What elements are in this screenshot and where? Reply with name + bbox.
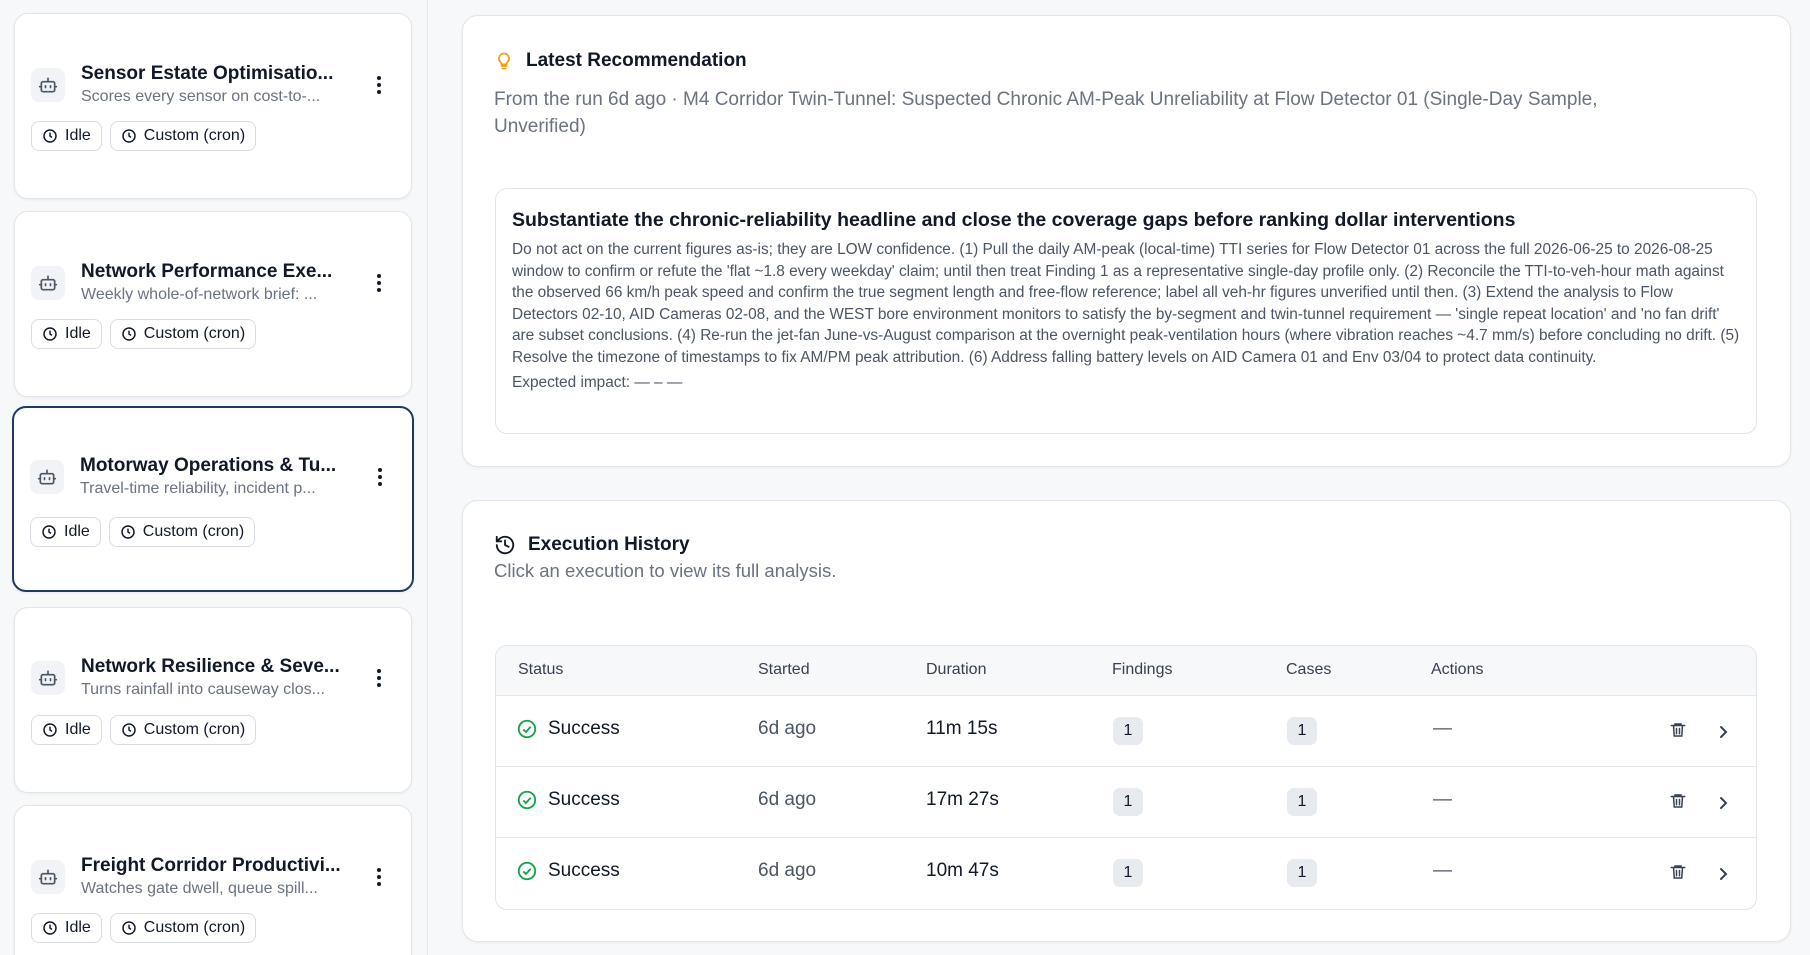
clock-icon (121, 525, 135, 539)
status-cell: Success (516, 789, 620, 811)
schedule-badge: Custom (cron) (109, 319, 257, 349)
started-cell: 6d ago (758, 718, 817, 739)
status-badge: Idle (31, 913, 102, 943)
execution-history-title: Execution History (494, 534, 690, 556)
cases-count-badge: 1 (1287, 717, 1317, 745)
agent-description: Watches gate dwell, queue spill... (81, 880, 318, 897)
findings-count-badge: 1 (1113, 859, 1143, 887)
duration-cell: 17m 27s (926, 789, 999, 810)
cases-count-badge: 1 (1287, 788, 1317, 816)
column-header-actions: Actions (1431, 661, 1484, 678)
column-header-started: Started (758, 661, 810, 678)
agent-title: Network Resilience & Seve... (81, 656, 340, 677)
clock-icon (42, 525, 56, 539)
agent-title: Motorway Operations & Tu... (80, 455, 337, 476)
agent-title: Sensor Estate Optimisatio... (81, 63, 334, 84)
recommendation-body: Do not act on the current figures as-is;… (512, 241, 1740, 366)
history-icon (495, 535, 515, 555)
more-options-icon[interactable] (367, 70, 391, 100)
agent-card[interactable]: Sensor Estate Optimisatio... Scores ever… (14, 13, 412, 199)
trash-icon[interactable] (1669, 862, 1687, 882)
trash-icon[interactable] (1669, 791, 1687, 811)
recommendation-headline: Substantiate the chronic-reliability hea… (512, 209, 1516, 231)
chevron-right-icon[interactable] (1717, 795, 1729, 811)
column-header-cases: Cases (1286, 661, 1332, 678)
execution-history-subtitle: Click an execution to view its full anal… (494, 560, 837, 581)
expected-impact: Expected impact: — – — (512, 374, 683, 391)
recommendation-title: Latest Recommendation (494, 50, 747, 72)
bot-icon (31, 860, 65, 894)
more-options-icon[interactable] (367, 268, 391, 298)
table-row[interactable]: Success 6d ago 17m 27s 1 1 — (496, 766, 1756, 837)
column-header-findings: Findings (1112, 661, 1173, 678)
agent-description: Travel-time reliability, incident p... (80, 480, 316, 497)
status-cell: Success (516, 718, 620, 740)
clock-icon (43, 723, 57, 737)
status-badge: Idle (31, 121, 102, 151)
status-badge: Idle (31, 319, 102, 349)
status-badge: Idle (30, 517, 101, 547)
cases-count-badge: 1 (1287, 859, 1317, 887)
status-badge: Idle (31, 715, 102, 745)
lightbulb-icon (498, 52, 510, 70)
bot-icon (31, 68, 65, 102)
bot-icon (31, 661, 65, 695)
clock-icon (43, 327, 57, 341)
status-cell: Success (516, 860, 620, 882)
duration-cell: 11m 15s (926, 718, 998, 739)
table-header: Status Started Duration Findings Cases A… (496, 646, 1756, 695)
actions-cell: — (1433, 789, 1452, 810)
agent-card[interactable]: Freight Corridor Productivi... Watches g… (14, 805, 412, 955)
recommendation-source: From the run 6d ago · M4 Corridor Twin-T… (494, 89, 1598, 137)
agent-title: Freight Corridor Productivi... (81, 855, 341, 876)
agent-description: Scores every sensor on cost-to-... (81, 88, 321, 105)
findings-count-badge: 1 (1113, 788, 1143, 816)
schedule-badge: Custom (cron) (108, 517, 256, 547)
agent-card[interactable]: Network Resilience & Seve... Turns rainf… (14, 607, 412, 793)
more-options-icon[interactable] (368, 462, 392, 492)
more-options-icon[interactable] (367, 862, 391, 892)
table-row[interactable]: Success 6d ago 10m 47s 1 1 — (496, 837, 1756, 908)
recommendation-card: Substantiate the chronic-reliability hea… (495, 188, 1757, 434)
bot-icon (30, 460, 64, 494)
column-header-status: Status (518, 661, 564, 678)
chevron-right-icon[interactable] (1717, 866, 1729, 882)
agent-card-selected[interactable]: Motorway Operations & Tu... Travel-time … (12, 406, 414, 592)
actions-cell: — (1433, 718, 1452, 739)
bot-icon (31, 266, 65, 300)
trash-icon[interactable] (1669, 720, 1687, 740)
schedule-badge: Custom (cron) (109, 121, 257, 151)
success-check-icon (517, 719, 537, 739)
more-options-icon[interactable] (367, 663, 391, 693)
clock-icon (122, 723, 136, 737)
duration-cell: 10m 47s (926, 860, 999, 881)
schedule-badge: Custom (cron) (109, 913, 257, 943)
app-root: Sensor Estate Optimisatio... Scores ever… (0, 0, 1810, 955)
success-check-icon (517, 861, 537, 881)
execution-table: Status Started Duration Findings Cases A… (495, 645, 1757, 910)
findings-count-badge: 1 (1113, 717, 1143, 745)
actions-cell: — (1433, 860, 1452, 881)
clock-icon (43, 129, 57, 143)
agent-title: Network Performance Exe... (81, 261, 333, 282)
started-cell: 6d ago (758, 789, 817, 810)
schedule-badge: Custom (cron) (109, 715, 257, 745)
clock-icon (122, 921, 136, 935)
chevron-right-icon[interactable] (1717, 724, 1729, 740)
clock-icon (122, 327, 136, 341)
agent-card[interactable]: Network Performance Exe... Weekly whole-… (14, 211, 412, 397)
agent-description: Weekly whole-of-network brief: ... (81, 286, 318, 303)
clock-icon (43, 921, 57, 935)
success-check-icon (517, 790, 537, 810)
clock-icon (122, 129, 136, 143)
agent-description: Turns rainfall into causeway clos... (81, 681, 325, 698)
started-cell: 6d ago (758, 860, 817, 881)
column-header-duration: Duration (926, 661, 987, 678)
agent-sidebar: Sensor Estate Optimisatio... Scores ever… (0, 0, 428, 955)
table-row[interactable]: Success 6d ago 11m 15s 1 1 — (496, 695, 1756, 766)
